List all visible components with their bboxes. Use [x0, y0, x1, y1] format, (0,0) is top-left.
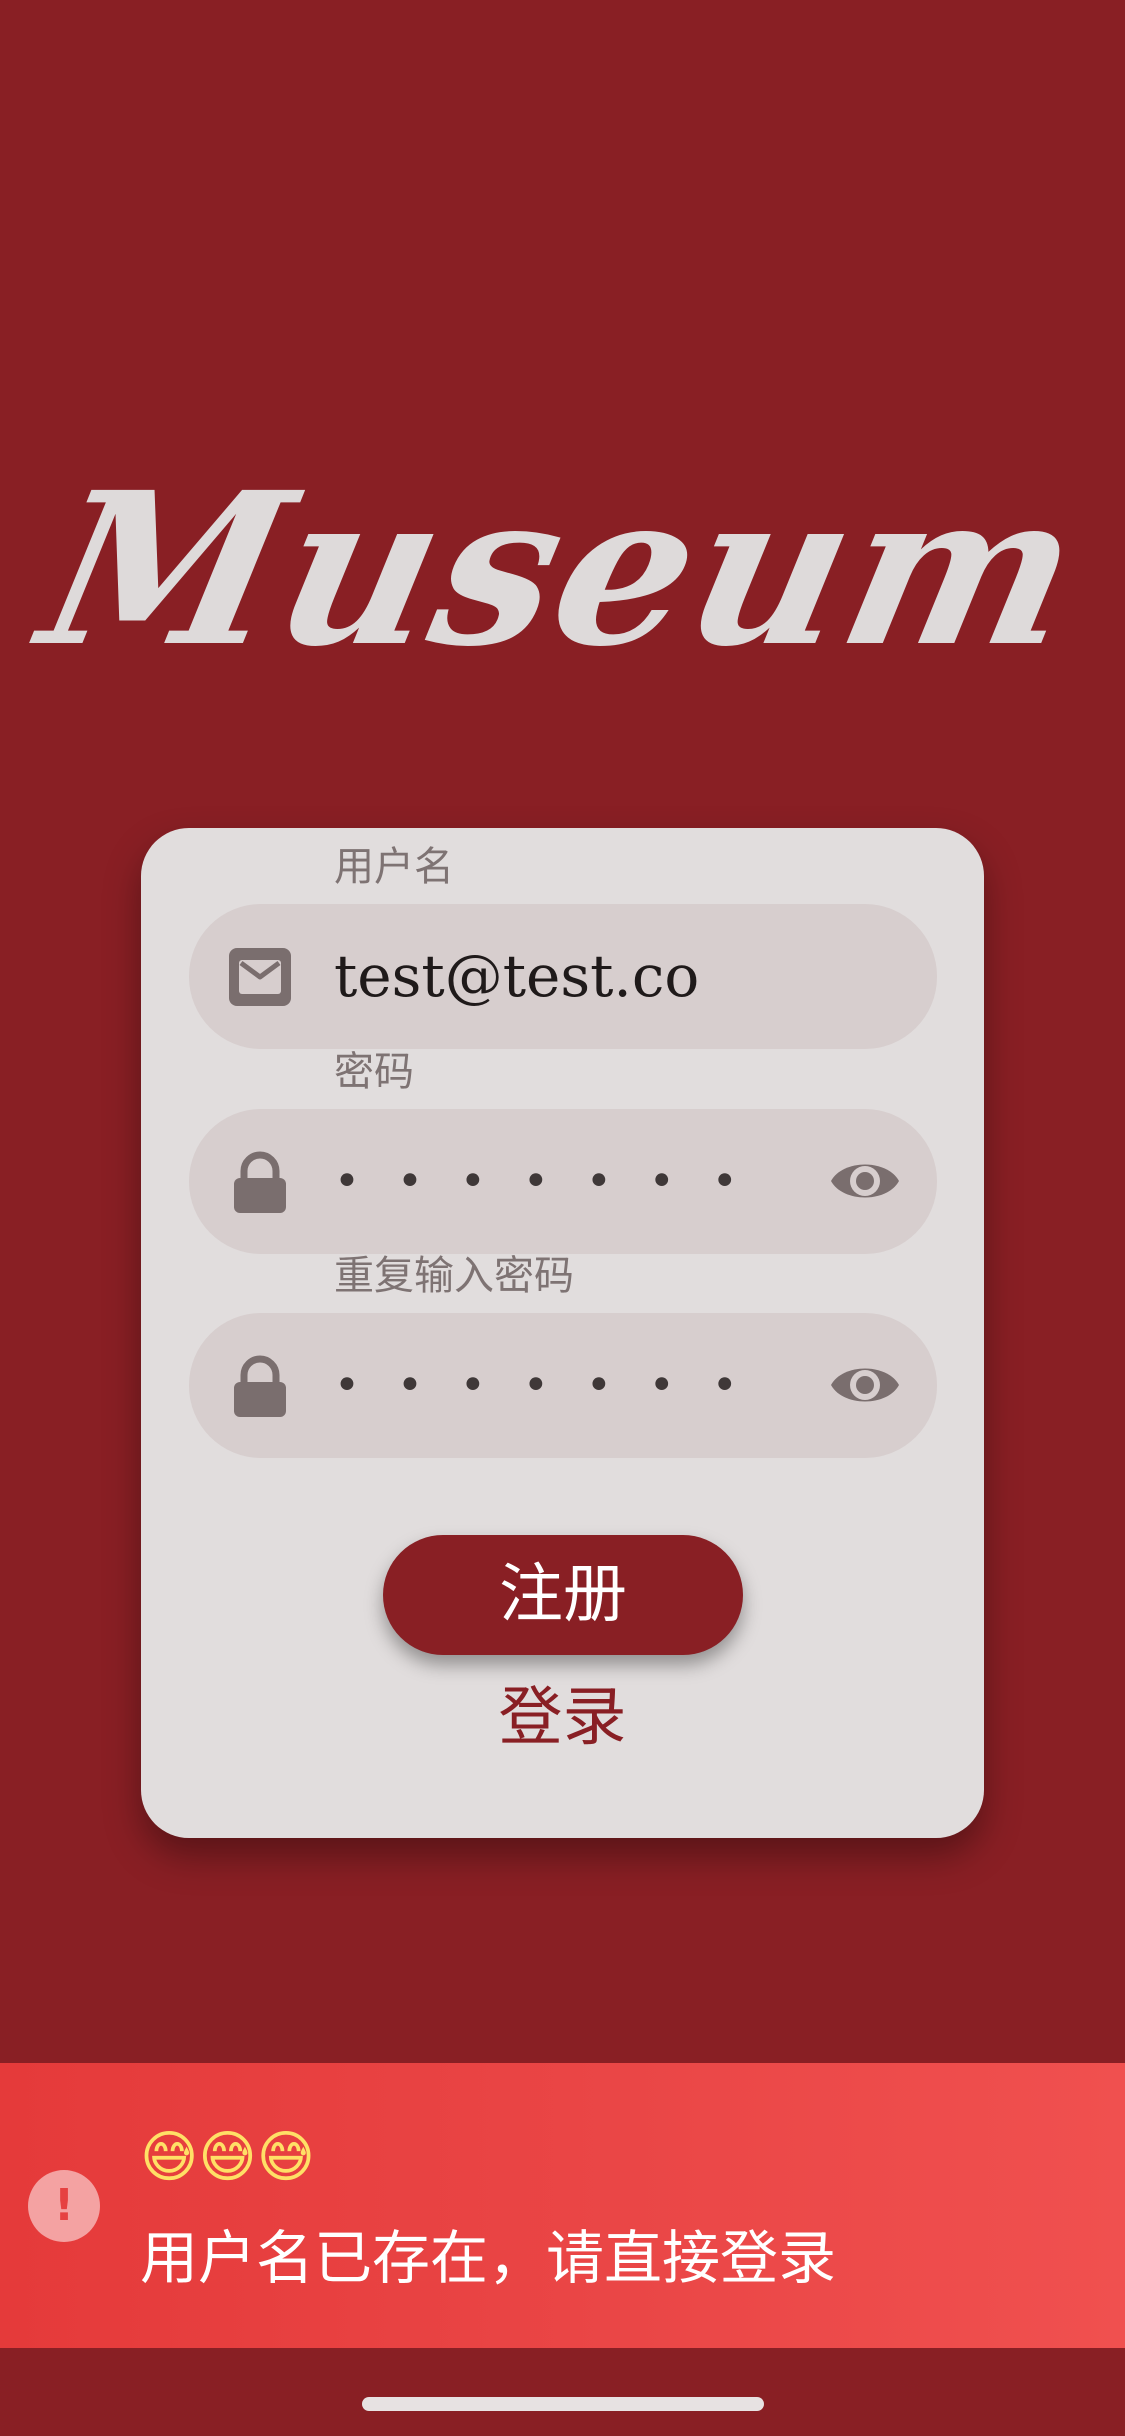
- register-button[interactable]: 注册: [383, 1535, 743, 1655]
- toast-message: 用户名已存在，请直接登录: [140, 2224, 837, 2292]
- username-input[interactable]: test@test.co: [189, 904, 937, 1049]
- password-label: 密码: [334, 1049, 414, 1095]
- repeat-password-value: •••••••: [334, 1360, 775, 1411]
- repeat-password-input[interactable]: •••••••: [189, 1313, 937, 1458]
- username-value: test@test.co: [334, 942, 700, 1010]
- eye-icon[interactable]: [829, 1151, 901, 1211]
- username-label: 用户名: [334, 844, 454, 890]
- eye-icon[interactable]: [829, 1355, 901, 1415]
- username-field-group: 用户名 test@test.co: [189, 844, 937, 1049]
- alert-icon: !: [28, 2170, 100, 2242]
- lock-icon: [234, 1151, 286, 1213]
- password-field-group: 密码 •••••••: [189, 1049, 937, 1254]
- app-logo: Museum: [24, 446, 1101, 693]
- lock-icon: [234, 1355, 286, 1417]
- mail-icon: [229, 948, 291, 1006]
- repeat-password-label: 重复输入密码: [334, 1253, 574, 1299]
- home-indicator[interactable]: [362, 2397, 764, 2411]
- toast-emoji: 😅😅😅: [140, 2125, 316, 2190]
- error-toast: ! 😅😅😅 用户名已存在，请直接登录: [0, 2063, 1125, 2348]
- password-value: •••••••: [334, 1156, 775, 1207]
- register-card: 用户名 test@test.co 密码 ••••••• 重复输入密码 •••••…: [141, 828, 984, 1838]
- login-link[interactable]: 登录: [141, 1678, 984, 1758]
- repeat-password-field-group: 重复输入密码 •••••••: [189, 1253, 937, 1458]
- password-input[interactable]: •••••••: [189, 1109, 937, 1254]
